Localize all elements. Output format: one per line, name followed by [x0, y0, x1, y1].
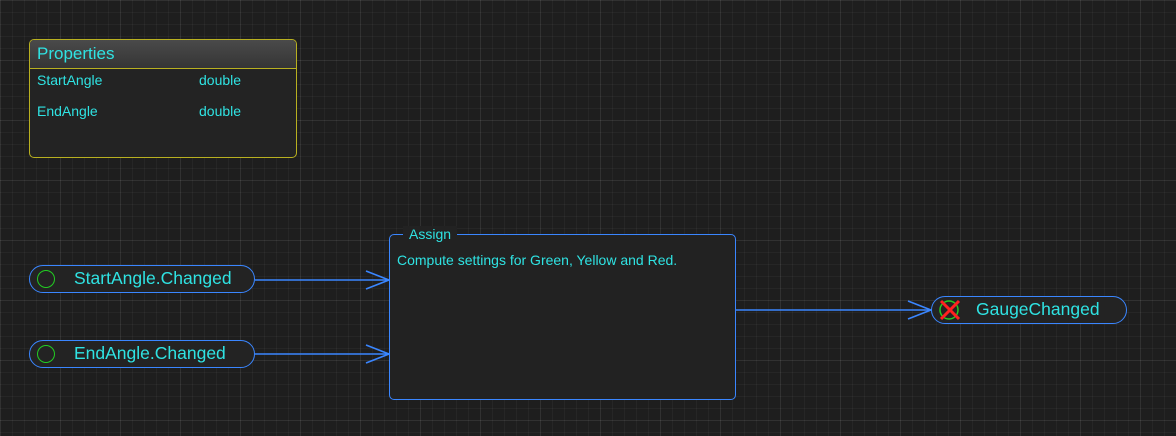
properties-title: Properties	[30, 40, 296, 69]
event-node-gauge-changed[interactable]: GaugeChanged	[931, 296, 1127, 324]
event-label: GaugeChanged	[976, 299, 1100, 319]
properties-panel[interactable]: Properties StartAngle double EndAngle do…	[29, 39, 297, 158]
trigger-circle-icon	[37, 270, 55, 288]
stop-cross-icon	[939, 299, 961, 321]
assign-description: Compute settings for Green, Yellow and R…	[397, 252, 678, 268]
trigger-circle-icon	[37, 345, 55, 363]
property-name: StartAngle	[37, 72, 103, 88]
event-node-end-angle-changed[interactable]: EndAngle.Changed	[29, 340, 255, 368]
property-type: double	[199, 72, 242, 88]
property-type: double	[199, 103, 242, 119]
assign-action-node[interactable]: Assign Compute settings for Green, Yello…	[389, 226, 736, 400]
event-label: EndAngle.Changed	[74, 343, 226, 363]
assign-title: Assign	[403, 226, 458, 243]
property-row[interactable]: EndAngle double	[30, 100, 296, 131]
property-row[interactable]: StartAngle double	[30, 69, 296, 100]
property-name: EndAngle	[37, 103, 98, 119]
diagram-canvas[interactable]: Properties StartAngle double EndAngle do…	[0, 0, 1176, 436]
event-label: StartAngle.Changed	[74, 268, 232, 288]
event-node-start-angle-changed[interactable]: StartAngle.Changed	[29, 265, 255, 293]
